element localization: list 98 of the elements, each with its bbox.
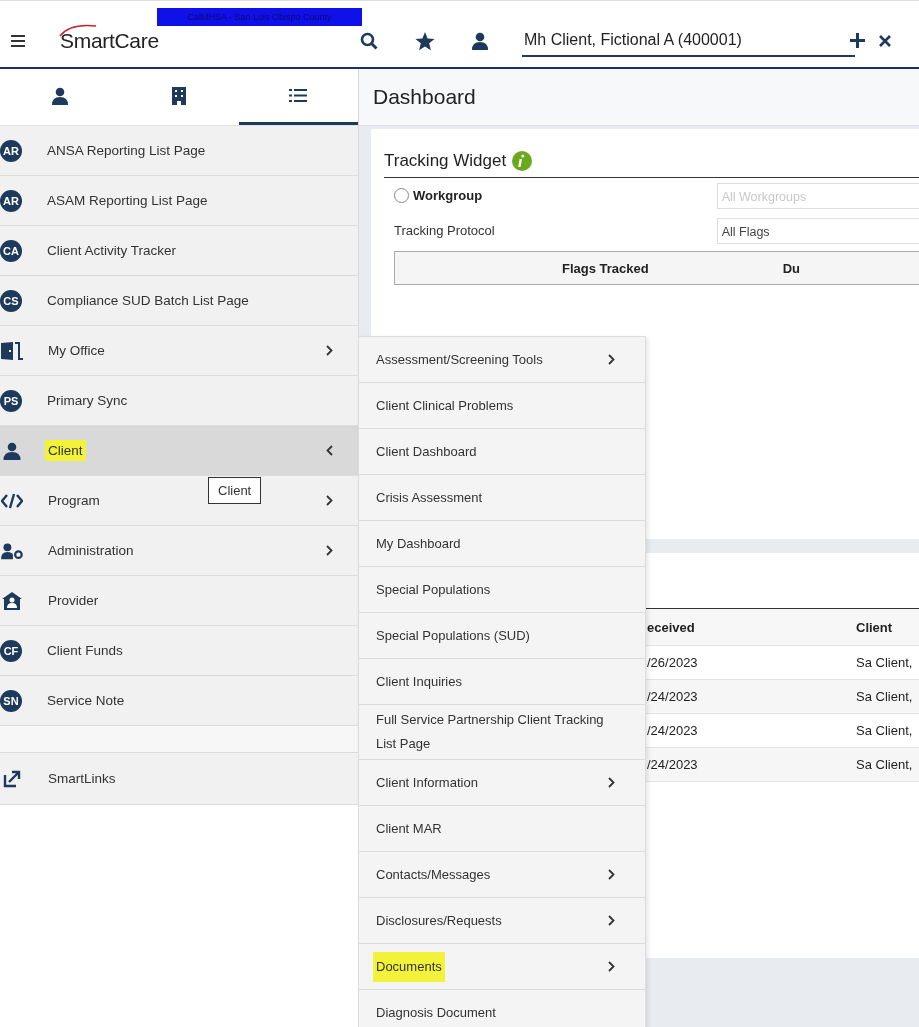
sidebar-item[interactable]: Provider [0, 576, 358, 626]
menu-item-label: Assessment/Screening Tools [376, 350, 544, 369]
list-icon [289, 88, 308, 103]
widget-title: Tracking Widget [384, 151, 507, 171]
column-header: Flags Tracked [562, 260, 649, 276]
page-title: Dashboard [359, 69, 919, 126]
sidebar-item[interactable]: AR ANSA Reporting List Page [0, 126, 358, 176]
initials-icon: AR [0, 139, 22, 162]
sidebar-item[interactable]: CF Client Funds [0, 626, 358, 676]
menu-item[interactable]: Client Dashboard [359, 429, 645, 475]
sidebar-item-label: Provider [48, 593, 99, 608]
menu-item-label: Full Service Partnership Client Tracking List Page [376, 711, 605, 753]
table-cell: Sa Client, [856, 655, 913, 670]
add-icon[interactable] [850, 33, 865, 48]
menu-item-label: Client MAR [376, 819, 443, 838]
house-person-icon [1, 591, 23, 610]
menu-item-label: My Dashboard [376, 534, 462, 553]
sidebar-item[interactable]: Client [0, 426, 358, 476]
column-header: eceived [647, 619, 696, 635]
menu-item-label: Crisis Assessment [376, 488, 484, 507]
sidebar-item[interactable]: My Office [0, 326, 358, 376]
table-cell: Sa Client, [856, 757, 913, 772]
menu-item[interactable]: Special Populations [359, 567, 645, 613]
menu-item-label: Contacts/Messages [376, 865, 492, 884]
building-icon [172, 86, 186, 105]
sidebar-item[interactable]: CA Client Activity Tracker [0, 226, 358, 276]
sidebar-item-label: Program [48, 493, 100, 508]
sidebar-item-label: Administration [48, 543, 134, 558]
person-icon[interactable] [472, 32, 488, 50]
sidebar-item-label: Compliance SUD Batch List Page [47, 293, 249, 308]
column-header: Client [856, 619, 893, 635]
person-icon [1, 441, 23, 460]
person-gear-icon [1, 541, 23, 560]
sidebar-item-label: My Office [48, 343, 105, 358]
menu-item-label: Client Information [376, 773, 479, 792]
external-link-icon [1, 769, 23, 788]
menu-item[interactable]: Full Service Partnership Client Tracking List Page [359, 705, 645, 760]
menu-item-label: Special Populations [376, 580, 492, 599]
sidebar-item-label: Client [48, 443, 83, 458]
field-label: Tracking Protocol [394, 223, 496, 238]
initials-icon: CF [0, 639, 22, 662]
close-icon[interactable] [879, 35, 891, 47]
sidebar-item-label: ASAM Reporting List Page [47, 193, 208, 208]
initials-icon: SN [0, 689, 22, 712]
menu-item-label: Diagnosis Document [376, 1003, 497, 1022]
menu-item[interactable]: Special Populations (SUD) [359, 613, 645, 659]
sidebar-item-label: Client Funds [47, 643, 123, 658]
table-cell: Sa Client, [856, 689, 913, 704]
sidebar-item[interactable]: PS Primary Sync [0, 376, 358, 426]
menu-item-label: Client Dashboard [376, 442, 478, 461]
menu-item-label: Client Inquiries [376, 672, 463, 691]
menu-item[interactable]: Disclosures/Requests [359, 898, 645, 944]
menu-item-label: Documents [376, 954, 442, 979]
sidebar-item-label: Client Activity Tracker [47, 243, 177, 258]
star-icon[interactable] [415, 31, 435, 51]
menu-item[interactable]: Client Inquiries [359, 659, 645, 705]
initials-icon: CS [0, 289, 22, 312]
menu-item[interactable]: Crisis Assessment [359, 475, 645, 521]
sidebar-item-label: Primary Sync [47, 393, 128, 408]
sidebar-item[interactable]: CS Compliance SUD Batch List Page [0, 276, 358, 326]
table-cell-text: /24/2023 [647, 723, 699, 738]
field-label: Workgroup [413, 188, 483, 203]
table-cell-text: /24/2023 [647, 689, 699, 704]
menu-item[interactable]: Diagnosis Document [359, 990, 645, 1027]
sidebar-item-label: ANSA Reporting List Page [47, 143, 206, 158]
info-icon[interactable] [512, 151, 533, 171]
menu-item[interactable]: Contacts/Messages [359, 852, 645, 898]
tooltip: Client [208, 477, 262, 504]
sidebar-item[interactable]: SN Service Note [0, 676, 358, 726]
sidebar-item-label: Service Note [47, 693, 125, 708]
menu-item[interactable]: Assessment/Screening Tools [359, 337, 645, 383]
table-cell-text: /26/2023 [647, 655, 699, 670]
code-icon [1, 492, 23, 509]
logo[interactable]: SmartCare [60, 29, 159, 53]
column-header: Du [782, 260, 801, 276]
sidebar-item[interactable]: AR ASAM Reporting List Page [0, 176, 358, 226]
menu-item[interactable]: Client MAR [359, 806, 645, 852]
door-icon [1, 341, 23, 360]
protocol-select[interactable]: All Flags [716, 217, 919, 244]
menu-item[interactable]: Client Clinical Problems [359, 383, 645, 429]
initials-icon: AR [0, 189, 22, 212]
menu-item-label: Special Populations (SUD) [376, 626, 531, 645]
environment-banner: CalMHSA - San Luis Obispo County [157, 8, 362, 26]
menu-item-label: Disclosures/Requests [376, 911, 503, 930]
menu-item[interactable]: My Dashboard [359, 521, 645, 567]
menu-icon[interactable] [11, 35, 25, 47]
menu-item[interactable]: Documents [359, 944, 645, 990]
table-cell: Sa Client, [856, 723, 913, 738]
sidebar-link[interactable]: SmartLinks [0, 753, 358, 805]
initials-icon: PS [0, 389, 22, 412]
table-cell-text: /24/2023 [647, 757, 699, 772]
person-icon [51, 86, 68, 105]
menu-item[interactable]: Client Information [359, 760, 645, 806]
client-field[interactable]: Mh Client, Fictional A (400001) [522, 31, 855, 57]
menu-item-label: Client Clinical Problems [376, 396, 515, 415]
search-icon[interactable] [360, 32, 378, 50]
sidebar-item[interactable]: Administration [0, 526, 358, 576]
initials-icon: CA [0, 239, 22, 262]
